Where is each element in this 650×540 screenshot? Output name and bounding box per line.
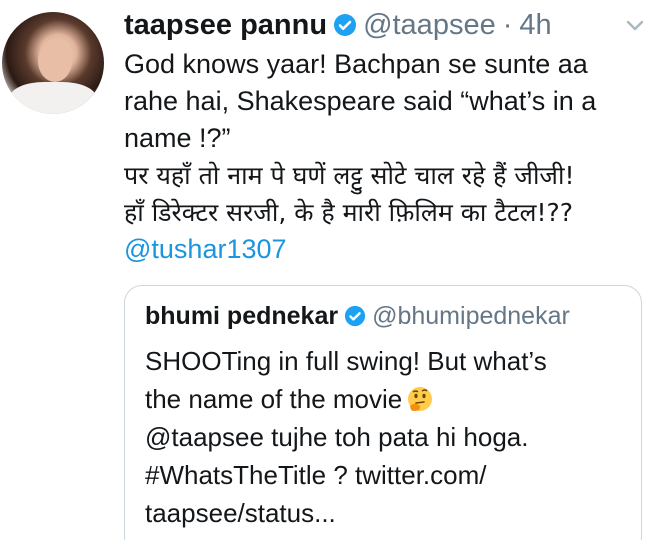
tweet-text: God knows yaar! Bachpan se sunte aa rahe… [124,46,644,268]
verified-badge-icon [334,14,357,36]
quoted-line: taapsee/status... [145,498,336,528]
author-handle[interactable]: @taapsee [363,9,496,42]
quoted-line-text: the name of the movie [145,384,403,414]
chevron-down-icon[interactable] [624,14,646,36]
separator-dot: · [502,8,513,41]
quoted-tweet-header: bhumi pednekar @bhumipednekar [145,298,570,334]
quoted-tweet-text: SHOOTing in full swing! But what’s the n… [145,342,635,532]
quoted-author-handle[interactable]: @bhumipednekar [372,302,570,331]
quoted-author-name[interactable]: bhumi pednekar [145,302,338,331]
tweet-line-hindi: हाँ डिरेक्टर सरजी, के है मारी फ़िलिम का … [124,198,574,227]
tweet-line-hindi: पर यहाँ तो नाम पे घणें लट्टु सोटे चाल रह… [124,161,575,190]
tweet-line: name !?” [124,123,231,153]
verified-badge-icon [345,305,366,327]
avatar-shirt [10,82,96,114]
avatar-face [38,40,72,82]
tweet-header: taapsee pannu @taapsee · 4h [124,6,552,44]
author-name[interactable]: taapsee pannu [124,9,327,42]
quoted-tweet[interactable]: bhumi pednekar @bhumipednekar SHOOTing i… [124,285,642,540]
quoted-line: SHOOTing in full swing! But what’s [145,346,547,376]
avatar[interactable] [2,12,104,114]
mention-link[interactable]: @tushar1307 [124,234,287,264]
tweet-line: God knows yaar! Bachpan se sunte aa [124,49,588,79]
quoted-line: the name of the movie [145,380,635,418]
tweet[interactable]: taapsee pannu @taapsee · 4h God knows ya… [0,0,650,540]
quoted-line: #WhatsTheTitle ? twitter.com/ [145,460,487,490]
quoted-line: @taapsee tujhe toh pata hi hoga. [145,422,529,452]
thinking-face-icon [408,387,433,411]
timestamp[interactable]: 4h [519,9,551,42]
tweet-line: rahe hai, Shakespeare said “what’s in a [124,86,597,116]
